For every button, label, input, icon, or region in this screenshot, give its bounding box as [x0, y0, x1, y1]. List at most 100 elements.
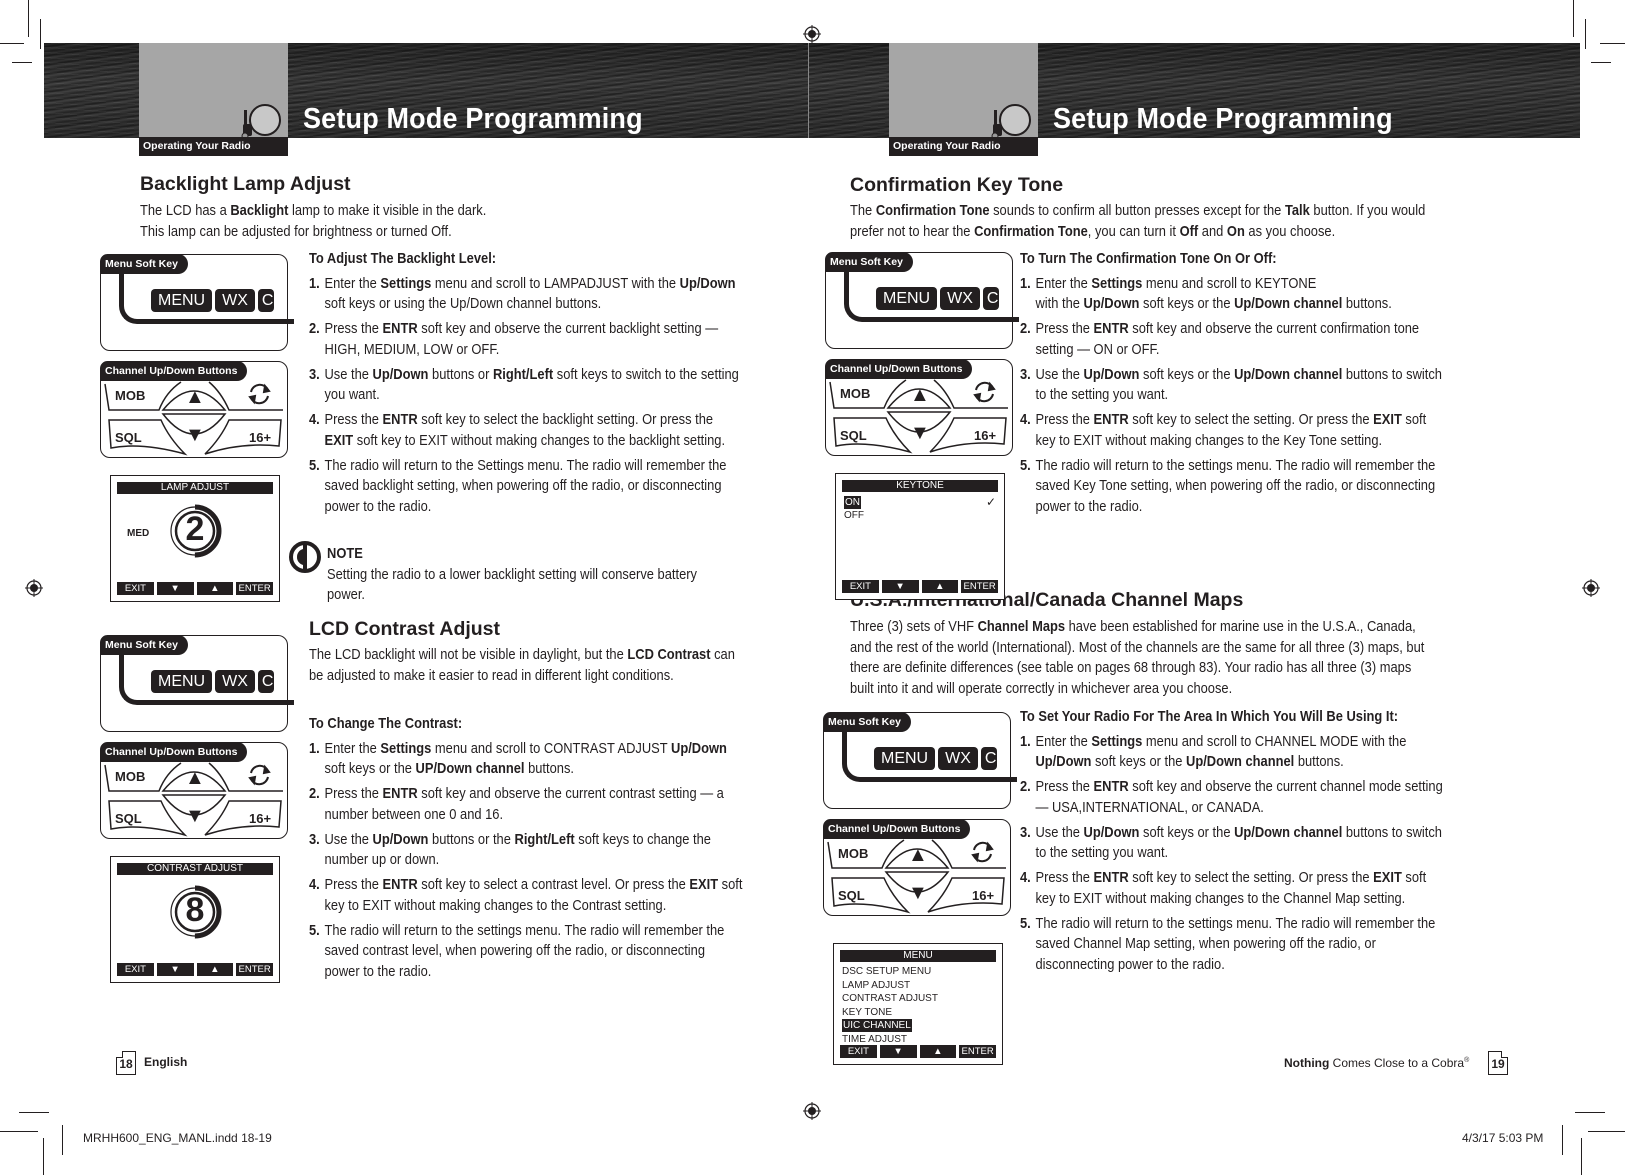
step-text: Enter the Settings menu and scroll to LA… — [324, 274, 736, 313]
exit-softkey[interactable]: EXIT — [117, 963, 154, 976]
lcd-option[interactable]: ON — [844, 496, 861, 509]
up-softkey[interactable]: ▲ — [196, 582, 234, 595]
keytone-procedure: To Turn The Confirmation Tone On Or Off:… — [1020, 249, 1446, 522]
step-text: Press the ENTR soft key to select a cont… — [324, 876, 743, 914]
step-item: 1. Enter the Settings menu and scroll to … — [309, 274, 743, 315]
down-softkey[interactable]: ▼ — [879, 1045, 917, 1058]
lcd-menu-item[interactable]: DSC SETUP MENU — [842, 965, 931, 978]
menu-key[interactable]: MENU — [151, 289, 213, 312]
step-number: 1. — [309, 739, 320, 757]
step-number: 4. — [309, 411, 320, 428]
step-item: 4. Press the ENTR soft key to select the … — [1020, 868, 1446, 909]
ch16-button[interactable]: 16+ — [249, 811, 271, 826]
step-number: 1. — [1020, 732, 1031, 750]
checkmark-icon: ✓ — [986, 495, 997, 509]
ch16-button[interactable]: 16+ — [249, 430, 271, 445]
exit-softkey[interactable]: EXIT — [117, 582, 154, 595]
up-softkey[interactable]: ▲ — [919, 1045, 957, 1058]
ch16-button[interactable]: 16+ — [974, 428, 996, 443]
up-softkey[interactable]: ▲ — [921, 580, 959, 593]
channel-down-button[interactable]: ▼ — [908, 882, 928, 905]
crop-mark — [40, 19, 41, 49]
enter-softkey[interactable]: ENTER — [236, 582, 273, 595]
lcd-softkeys: EXIT ▼ ▲ ENTER — [117, 582, 273, 595]
menu-key[interactable]: MENU — [151, 670, 213, 693]
exit-softkey[interactable]: EXIT — [840, 1045, 877, 1058]
exit-softkey[interactable]: EXIT — [842, 580, 879, 593]
scan-icon — [248, 764, 271, 786]
enter-softkey[interactable]: ENTER — [959, 1045, 996, 1058]
crop-mark — [0, 43, 24, 44]
channel-maps-procedure: To Set Your Radio For The Area In Which … — [1020, 707, 1446, 980]
step-text: Use the Up/Down buttons or the Right/Lef… — [324, 830, 711, 869]
step-number: 4. — [1020, 411, 1031, 428]
level-value: 2 — [185, 510, 205, 548]
channel-up-button[interactable]: ▲ — [908, 844, 928, 867]
channel-up-button[interactable]: ▲ — [185, 386, 205, 409]
c-key[interactable]: C — [982, 287, 999, 310]
lcd-menu-item[interactable]: CONTRAST ADJUST — [842, 992, 938, 1005]
mob-button[interactable]: MOB — [838, 846, 868, 861]
channel-down-button[interactable]: ▼ — [185, 424, 205, 447]
step-item: 3. Use the Up/Down soft keys or the Up/Do… — [1020, 823, 1446, 864]
sql-button[interactable]: SQL — [838, 888, 865, 903]
step-text: The radio will return to the settings me… — [324, 921, 725, 980]
step-number: 3. — [309, 365, 320, 383]
channel-down-button[interactable]: ▼ — [910, 422, 930, 445]
step-item: 5. The radio will return to the Settings … — [309, 456, 743, 518]
sql-button[interactable]: SQL — [840, 428, 867, 443]
channel-maps-intro: Three (3) sets of VHF Channel Maps have … — [850, 618, 1425, 697]
mob-button[interactable]: MOB — [840, 386, 870, 401]
enter-softkey[interactable]: ENTER — [236, 963, 273, 976]
channel-down-button[interactable]: ▼ — [185, 805, 205, 828]
lcd-softkeys: EXIT ▼ ▲ ENTER — [842, 580, 998, 593]
down-softkey[interactable]: ▼ — [156, 963, 194, 976]
mob-button[interactable]: MOB — [115, 769, 145, 784]
step-number: 3. — [309, 830, 320, 848]
lcd-menu-item[interactable]: LAMP ADJUST — [842, 979, 910, 992]
menu-keys: MENU WX C — [874, 747, 997, 770]
backlight-intro: The LCD has a Backlight lamp to make it … — [140, 202, 487, 240]
channel-buttons-panel: Channel Up/Down Buttons MOB SQL 16+ ▲ ▼ — [100, 361, 288, 458]
wx-key[interactable]: WX — [215, 289, 255, 312]
down-softkey[interactable]: ▼ — [881, 580, 919, 593]
step-number: 4. — [1020, 869, 1031, 886]
wx-key[interactable]: WX — [938, 747, 978, 770]
step-number: 5. — [1020, 914, 1031, 932]
crop-mark — [19, 1112, 49, 1113]
channel-buttons-label: Channel Up/Down Buttons — [100, 742, 248, 762]
lcd-option[interactable]: OFF — [844, 509, 864, 522]
up-softkey[interactable]: ▲ — [196, 963, 234, 976]
step-text: The radio will return to the settings me… — [1035, 456, 1436, 515]
lcd-softkeys: EXIT ▼ ▲ ENTER — [840, 1045, 996, 1058]
step-number: 2. — [1020, 320, 1031, 337]
wx-key[interactable]: WX — [215, 670, 255, 693]
c-key[interactable]: C — [980, 747, 997, 770]
menu-key[interactable]: MENU — [876, 287, 938, 310]
channel-up-button[interactable]: ▲ — [185, 767, 205, 790]
level-dial: 2 — [167, 503, 223, 559]
menu-soft-key-label: Menu Soft Key — [823, 712, 911, 732]
step-item: 4. Press the ENTR soft key to select the … — [1020, 410, 1446, 451]
lcd-menu-item[interactable]: KEY TONE — [842, 1006, 892, 1019]
sql-button[interactable]: SQL — [115, 811, 142, 826]
c-key[interactable]: C — [257, 670, 274, 693]
mob-button[interactable]: MOB — [115, 388, 145, 403]
down-softkey[interactable]: ▼ — [156, 582, 194, 595]
menu-key[interactable]: MENU — [874, 747, 936, 770]
section-tab-right: Operating Your Radio — [889, 43, 1038, 156]
page-title-right: Setup Mode Programming — [1053, 103, 1393, 135]
enter-softkey[interactable]: ENTER — [961, 580, 998, 593]
sql-button[interactable]: SQL — [115, 430, 142, 445]
lcd-menu-item[interactable]: UIC CHANNEL — [842, 1019, 912, 1032]
c-key[interactable]: C — [257, 289, 274, 312]
menu-soft-key-label: Menu Soft Key — [100, 254, 188, 274]
ch16-button[interactable]: 16+ — [972, 888, 994, 903]
scan-icon — [973, 381, 996, 403]
channel-up-button[interactable]: ▲ — [910, 384, 930, 407]
level-value: 8 — [185, 891, 205, 929]
scan-icon — [248, 383, 271, 405]
lcd-menu-item[interactable]: TIME ADJUST — [842, 1033, 907, 1046]
wx-key[interactable]: WX — [940, 287, 980, 310]
registration-mark — [803, 25, 821, 43]
